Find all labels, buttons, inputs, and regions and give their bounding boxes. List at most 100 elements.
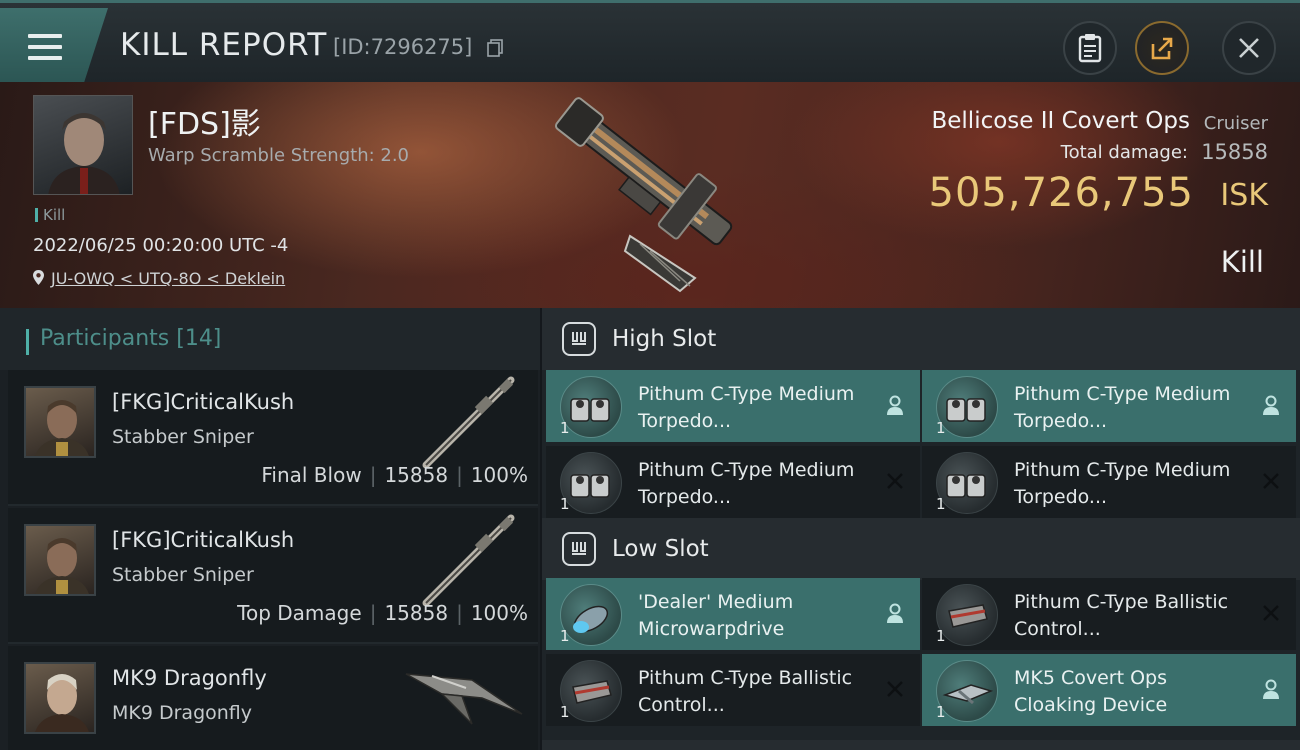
slot-quantity: 1 — [936, 495, 946, 513]
clipboard-button[interactable] — [1063, 21, 1117, 75]
person-icon — [1263, 679, 1279, 699]
kill-location[interactable]: JU-OWQ < UTQ-8O < Deklein — [32, 269, 285, 288]
kill-datetime: 2022/06/25 00:20:00 UTC -4 — [33, 235, 289, 256]
warp-scramble-strength: Warp Scramble Strength: 2.0 — [148, 145, 410, 166]
slot-item[interactable]: 1 Pithum C-Type Ballistic Control... — [922, 578, 1296, 650]
slot-quantity: 1 — [560, 627, 570, 645]
x-icon — [1263, 605, 1279, 621]
participant-percent: 100% — [470, 463, 528, 487]
slot-item[interactable]: 1 Pithum C-Type Medium Torpedo... — [546, 370, 920, 442]
participants-count: [14] — [176, 326, 222, 351]
pilot-portrait-icon — [35, 538, 89, 594]
slot-item-name: 'Dealer' Medium Microwarpdrive — [638, 591, 794, 640]
slot-item-name: Pithum C-Type Ballistic Control... — [1014, 591, 1229, 640]
victim-ship-class: Cruiser — [1203, 113, 1268, 134]
shield-slot-icon — [562, 532, 596, 566]
kill-tag: Kill — [35, 206, 65, 224]
location-link[interactable]: JU-OWQ < UTQ-8O < Deklein — [51, 269, 285, 288]
low-slot-title: Low Slot — [612, 536, 709, 562]
slot-item-name: Pithum C-Type Ballistic Control... — [638, 667, 853, 716]
participant-row[interactable]: [FKG]CriticalKush Stabber Sniper Final B… — [8, 370, 538, 506]
weapon-icon — [422, 376, 515, 469]
pilot-portrait-icon — [35, 674, 89, 732]
weapon-icon — [422, 514, 515, 607]
slot-quantity: 1 — [936, 703, 946, 721]
participant-row[interactable]: MK9 Dragonfly MK9 Dragonfly — [8, 646, 538, 750]
pilot-portrait-icon — [35, 400, 89, 456]
high-slot-title: High Slot — [612, 326, 717, 352]
page-title: KILL REPORT — [120, 27, 328, 63]
isk-unit: ISK — [1220, 178, 1268, 213]
share-button[interactable] — [1135, 21, 1189, 75]
fitting-panel: High Slot 1 Pithum C-Type Medium Torpedo… — [542, 308, 1300, 750]
participant-damage: 15858 — [384, 601, 449, 625]
participant-row[interactable]: [FKG]CriticalKush Stabber Sniper Top Dam… — [8, 508, 538, 644]
participant-stats: Final Blow | 15858 | 100% — [261, 463, 528, 487]
participants-panel: Participants [14] [FKG]CriticalKush Stab… — [0, 308, 540, 750]
share-icon — [1151, 37, 1173, 60]
x-icon — [1263, 473, 1279, 489]
total-damage-label: Total damage: — [1060, 142, 1188, 163]
slot-item-name: Pithum C-Type Medium Torpedo... — [1014, 383, 1231, 432]
victim-banner: [FDS]影 Warp Scramble Strength: 2.0 Kill … — [0, 82, 1300, 308]
slot-quantity: 1 — [936, 419, 946, 437]
slot-quantity: 1 — [936, 627, 946, 645]
location-pin-icon — [33, 270, 44, 285]
next-section-peek — [542, 740, 1300, 750]
slot-item-name: Pithum C-Type Medium Torpedo... — [638, 459, 855, 508]
slot-item[interactable]: 1 Pithum C-Type Medium Torpedo... — [922, 446, 1296, 518]
slot-quantity: 1 — [560, 495, 570, 513]
slot-quantity: 1 — [560, 703, 570, 721]
participant-ship: MK9 Dragonfly — [112, 702, 253, 724]
participant-ship: Stabber Sniper — [112, 426, 254, 448]
close-icon — [1239, 38, 1259, 58]
victim-ship-name: Bellicose II Covert Ops — [931, 108, 1190, 134]
participant-role: Final Blow — [261, 463, 362, 487]
participant-stats: Top Damage | 15858 | 100% — [237, 601, 528, 625]
menu-button[interactable] — [0, 8, 108, 82]
person-icon — [887, 603, 903, 623]
x-icon — [887, 473, 903, 489]
pilot-portrait-icon — [48, 113, 120, 194]
x-icon — [887, 681, 903, 697]
slot-item[interactable]: 1 MK5 Covert Ops Cloaking Device — [922, 654, 1296, 726]
victim-ship-render — [554, 97, 733, 293]
slot-item-name: MK5 Covert Ops Cloaking Device — [1014, 667, 1168, 716]
victim-avatar[interactable] — [33, 95, 133, 195]
participant-damage: 15858 — [384, 463, 449, 487]
high-slot-header: High Slot — [542, 308, 1300, 370]
slot-quantity: 1 — [560, 419, 570, 437]
person-icon — [1263, 395, 1279, 415]
slot-item[interactable]: 1 'Dealer' Medium Microwarpdrive — [546, 578, 920, 650]
drone-ship-icon — [405, 673, 523, 725]
close-button[interactable] — [1222, 21, 1276, 75]
slot-item[interactable]: 1 Pithum C-Type Medium Torpedo... — [922, 370, 1296, 442]
slot-item[interactable]: 1 Pithum C-Type Medium Torpedo... — [546, 446, 920, 518]
clipboard-icon — [1078, 34, 1102, 63]
participant-ship: Stabber Sniper — [112, 564, 254, 586]
hamburger-icon[interactable] — [28, 34, 62, 60]
shield-slot-icon — [562, 322, 596, 356]
participant-role: Top Damage — [237, 601, 362, 625]
participant-name: [FKG]CriticalKush — [112, 528, 295, 552]
participant-avatar[interactable] — [24, 662, 96, 734]
participant-name: MK9 Dragonfly — [112, 666, 267, 690]
total-damage-value: 15858 — [1201, 140, 1268, 164]
participant-name: [FKG]CriticalKush — [112, 390, 295, 414]
victim-name: [FDS]影 — [148, 107, 261, 142]
result-label: Kill — [1220, 245, 1264, 279]
slot-item-name: Pithum C-Type Medium Torpedo... — [638, 383, 855, 432]
header-bar: KILL REPORT [ID:7296275] — [0, 0, 1300, 82]
report-id: [ID:7296275] — [333, 35, 473, 59]
participants-header: Participants [14] — [0, 308, 540, 370]
person-icon — [887, 395, 903, 415]
participant-percent: 100% — [470, 601, 528, 625]
copy-icon[interactable] — [487, 39, 503, 57]
slot-item-name: Pithum C-Type Medium Torpedo... — [1014, 459, 1231, 508]
participant-avatar[interactable] — [24, 524, 96, 596]
participants-title: Participants [14] — [26, 326, 222, 355]
participant-avatar[interactable] — [24, 386, 96, 458]
slot-item[interactable]: 1 Pithum C-Type Ballistic Control... — [546, 654, 920, 726]
low-slot-header: Low Slot — [542, 518, 1300, 580]
isk-value: 505,726,755 — [928, 170, 1194, 216]
